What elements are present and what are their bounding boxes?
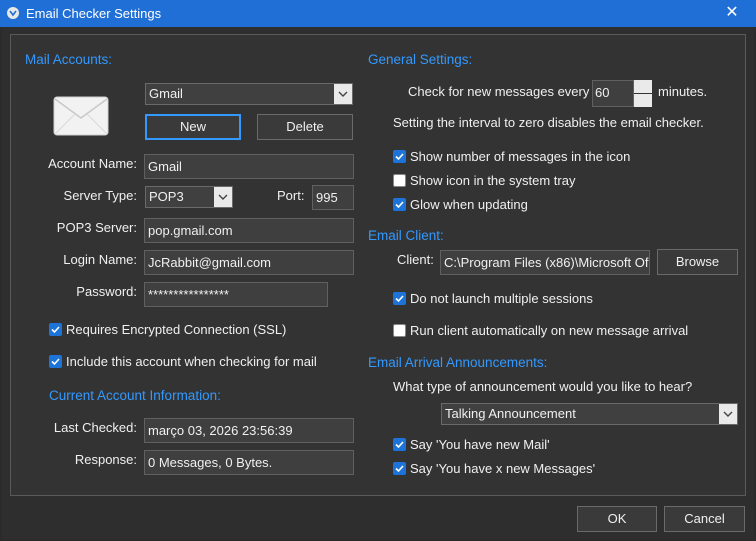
no-multiple-sessions-label[interactable]: Do not launch multiple sessions bbox=[410, 291, 593, 306]
interval-note: Setting the interval to zero disables th… bbox=[393, 115, 704, 130]
auto-run-label[interactable]: Run client automatically on new message … bbox=[410, 323, 688, 338]
say-x-messages-checkbox[interactable] bbox=[393, 462, 406, 475]
check-interval-prefix: Check for new messages every bbox=[408, 84, 590, 99]
checkmark-icon bbox=[395, 441, 404, 449]
show-tray-checkbox[interactable] bbox=[393, 174, 406, 187]
include-account-checkbox[interactable] bbox=[49, 355, 62, 368]
auto-run-checkbox[interactable] bbox=[393, 324, 406, 337]
account-name-field[interactable]: Gmail bbox=[144, 154, 354, 179]
no-multiple-sessions-checkbox[interactable] bbox=[393, 292, 406, 305]
checkmark-icon bbox=[395, 465, 404, 473]
announcement-type-select[interactable]: Talking Announcement bbox=[441, 403, 738, 425]
port-label: Port: bbox=[277, 188, 305, 203]
interval-field[interactable]: 60 bbox=[592, 80, 634, 107]
spin-up-icon[interactable] bbox=[634, 80, 652, 93]
cancel-button[interactable]: Cancel bbox=[664, 506, 745, 532]
chevron-down-icon bbox=[214, 187, 232, 207]
announcement-question: What type of announcement would you like… bbox=[393, 379, 693, 394]
password-field[interactable]: **************** bbox=[144, 282, 328, 307]
account-select[interactable]: Gmail bbox=[145, 83, 353, 105]
general-settings-heading: General Settings: bbox=[368, 52, 473, 67]
account-name-label: Account Name: bbox=[48, 156, 137, 171]
client-label: Client: bbox=[397, 252, 434, 267]
checkmark-icon bbox=[395, 295, 404, 303]
email-client-heading: Email Client: bbox=[368, 228, 444, 243]
client-path-field[interactable]: C:\Program Files (x86)\Microsoft Of bbox=[440, 250, 650, 275]
say-new-mail-checkbox[interactable] bbox=[393, 438, 406, 451]
mail-accounts-heading: Mail Accounts: bbox=[25, 52, 113, 67]
port-field[interactable]: 995 bbox=[312, 185, 354, 210]
show-tray-label[interactable]: Show icon in the system tray bbox=[410, 173, 575, 188]
ssl-checkbox[interactable] bbox=[49, 323, 62, 336]
pop3-server-field[interactable]: pop.gmail.com bbox=[144, 218, 354, 243]
check-interval-suffix: minutes. bbox=[658, 84, 708, 99]
show-count-label[interactable]: Show number of messages in the icon bbox=[410, 149, 630, 164]
login-name-field[interactable]: JcRabbit@gmail.com bbox=[144, 250, 354, 275]
server-type-label: Server Type: bbox=[63, 188, 137, 203]
new-account-button[interactable]: New bbox=[145, 114, 241, 140]
envelope-icon bbox=[53, 96, 109, 136]
show-count-checkbox[interactable] bbox=[393, 150, 406, 163]
last-checked-label: Last Checked: bbox=[53, 420, 137, 435]
checkmark-icon bbox=[51, 326, 60, 334]
checkmark-icon bbox=[51, 358, 60, 366]
current-account-heading: Current Account Information: bbox=[49, 388, 221, 403]
server-type-select[interactable]: POP3 bbox=[145, 186, 233, 208]
say-x-messages-label[interactable]: Say 'You have x new Messages' bbox=[410, 461, 595, 476]
delete-account-button[interactable]: Delete bbox=[257, 114, 353, 140]
pop3-server-label: POP3 Server: bbox=[56, 220, 137, 235]
response-label: Response: bbox=[74, 452, 137, 467]
glow-label[interactable]: Glow when updating bbox=[410, 197, 528, 212]
browse-button[interactable]: Browse bbox=[657, 249, 738, 275]
ssl-label[interactable]: Requires Encrypted Connection (SSL) bbox=[66, 322, 286, 337]
close-icon[interactable]: ✕ bbox=[716, 2, 748, 24]
chevron-down-icon bbox=[334, 84, 352, 104]
say-new-mail-label[interactable]: Say 'You have new Mail' bbox=[410, 437, 550, 452]
account-select-value: Gmail bbox=[149, 86, 183, 101]
checkmark-icon bbox=[395, 201, 404, 209]
last-checked-value: março 03, 2026 23:56:39 bbox=[144, 418, 354, 443]
ok-button[interactable]: OK bbox=[577, 506, 657, 532]
server-type-value: POP3 bbox=[149, 189, 184, 204]
chevron-down-icon bbox=[719, 404, 737, 424]
include-account-label[interactable]: Include this account when checking for m… bbox=[66, 354, 317, 369]
app-icon bbox=[7, 7, 19, 19]
announcement-type-value: Talking Announcement bbox=[445, 406, 576, 421]
announcements-heading: Email Arrival Announcements: bbox=[368, 355, 548, 370]
window-title: Email Checker Settings bbox=[26, 6, 162, 21]
checkmark-icon bbox=[395, 153, 404, 161]
glow-checkbox[interactable] bbox=[393, 198, 406, 211]
spin-down-icon[interactable] bbox=[634, 94, 652, 107]
response-value: 0 Messages, 0 Bytes. bbox=[144, 450, 354, 475]
password-label: Password: bbox=[76, 284, 137, 299]
login-name-label: Login Name: bbox=[63, 252, 137, 267]
